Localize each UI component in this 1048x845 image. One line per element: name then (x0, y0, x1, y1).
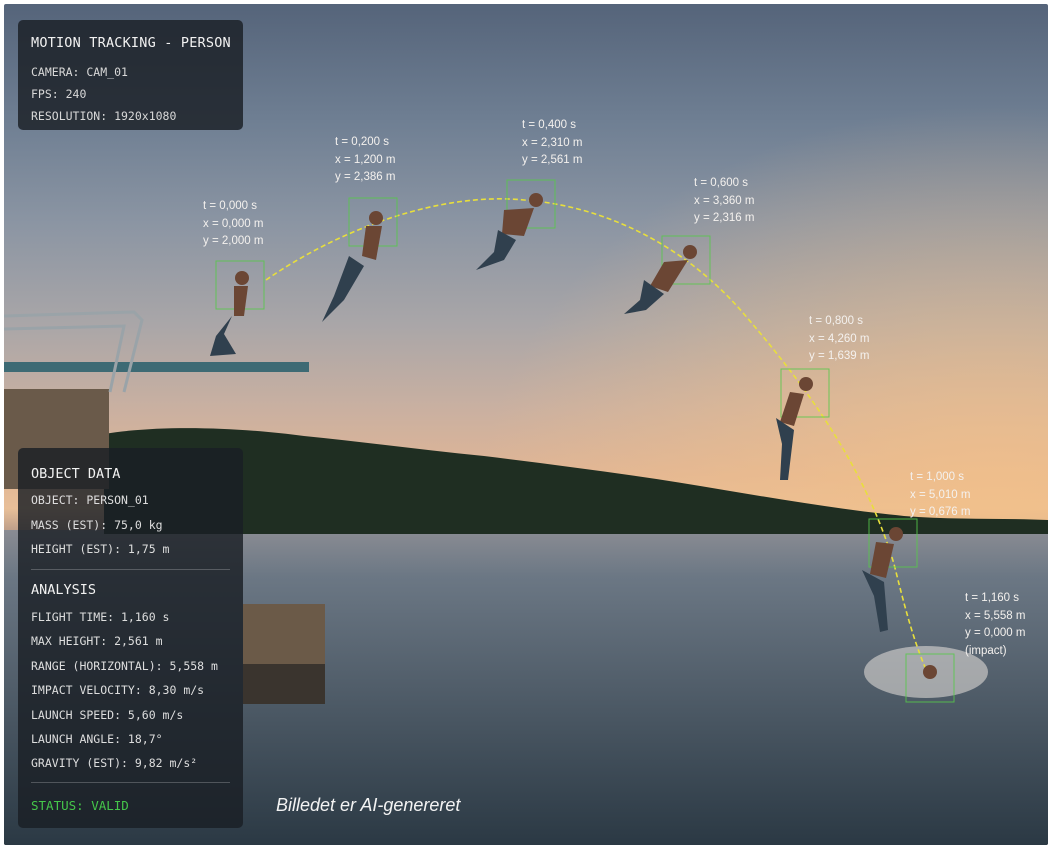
pier (243, 604, 325, 664)
ai-generated-caption: Billedet er AI-genereret (276, 795, 461, 815)
annotation-time: t = 0,000 s (203, 200, 258, 212)
launch-angle: LAUNCH ANGLE: 18,7° (31, 732, 163, 746)
annotation-y: y = 2,561 m (522, 154, 583, 166)
annotation-y: y = 2,316 m (694, 212, 755, 224)
panel-divider (31, 782, 230, 783)
photo-frame: t = 0,000 s x = 0,000 m y = 2,000 m t = … (4, 4, 1048, 845)
annotation-y: y = 2,000 m (203, 235, 264, 247)
panel-divider (31, 569, 230, 570)
frame-annotation-3: t = 0,600 s x = 3,360 m y = 2,316 m (694, 175, 754, 228)
flight-time: FLIGHT TIME: 1,160 s (31, 610, 170, 624)
annotation-time: t = 0,800 s (809, 315, 864, 327)
annotation-time: t = 1,160 s (965, 592, 1020, 604)
annotation-time: t = 1,000 s (910, 471, 965, 483)
gravity-estimate: GRAVITY (EST): 9,82 m/s² (31, 756, 198, 770)
panel-title: MOTION TRACKING - PERSON (31, 35, 231, 51)
annotation-x: x = 2,310 m (522, 136, 583, 149)
frame-annotation-4: t = 0,800 s x = 4,260 m y = 1,639 m (809, 313, 869, 366)
frame-annotation-2: t = 0,400 s x = 2,310 m y = 2,561 m (522, 117, 582, 170)
status-badge: STATUS: VALID (31, 798, 129, 813)
tracking-info-panel: MOTION TRACKING - PERSON CAMERA: CAM_01 … (18, 20, 243, 130)
annotation-y: y = 0,000 m (965, 627, 1026, 639)
annotation-time: t = 0,400 s (522, 119, 577, 131)
annotation-y: y = 0,676 m (910, 506, 971, 518)
annotation-x: x = 5,010 m (910, 488, 971, 501)
annotation-time: t = 0,600 s (694, 177, 749, 189)
jumper-figure (923, 665, 937, 679)
horizontal-range: RANGE (HORIZONTAL): 5,558 m (31, 659, 218, 673)
camera-label: CAMERA: CAM_01 (31, 65, 128, 79)
annotation-x: x = 3,360 m (694, 194, 755, 207)
annotation-x: x = 0,000 m (203, 217, 264, 230)
annotation-note: (impact) (965, 644, 1007, 657)
frame-annotation-5: t = 1,000 s x = 5,010 m y = 0,676 m (910, 469, 970, 522)
annotation-x: x = 5,558 m (965, 609, 1026, 622)
object-data-title: OBJECT DATA (31, 466, 121, 482)
pier-shadow (243, 664, 325, 704)
annotation-y: y = 1,639 m (809, 350, 870, 362)
annotation-y: y = 2,386 m (335, 171, 396, 183)
frame-annotation-1: t = 0,200 s x = 1,200 m y = 2,386 m (335, 134, 395, 187)
resolution-label: RESOLUTION: 1920x1080 (31, 109, 177, 123)
annotation-time: t = 0,200 s (335, 136, 390, 148)
impact-velocity: IMPACT VELOCITY: 8,30 m/s (31, 683, 205, 697)
diving-board (4, 362, 309, 372)
frame-annotation-0: t = 0,000 s x = 0,000 m y = 2,000 m (203, 198, 263, 251)
mass-value: MASS (EST): 75,0 kg (31, 518, 163, 532)
height-value: HEIGHT (EST): 1,75 m (31, 542, 170, 556)
annotation-x: x = 1,200 m (335, 153, 396, 166)
object-analysis-panel: OBJECT DATA OBJECT: PERSON_01 MASS (EST)… (18, 448, 243, 828)
max-height: MAX HEIGHT: 2,561 m (31, 634, 163, 648)
launch-speed: LAUNCH SPEED: 5,60 m/s (31, 708, 184, 722)
fps-label: FPS: 240 (31, 87, 87, 101)
analysis-title: ANALYSIS (31, 582, 97, 598)
annotation-x: x = 4,260 m (809, 332, 870, 345)
frame-annotation-6: t = 1,160 s x = 5,558 m y = 0,000 m (imp… (965, 590, 1025, 660)
object-id: OBJECT: PERSON_01 (31, 493, 149, 507)
